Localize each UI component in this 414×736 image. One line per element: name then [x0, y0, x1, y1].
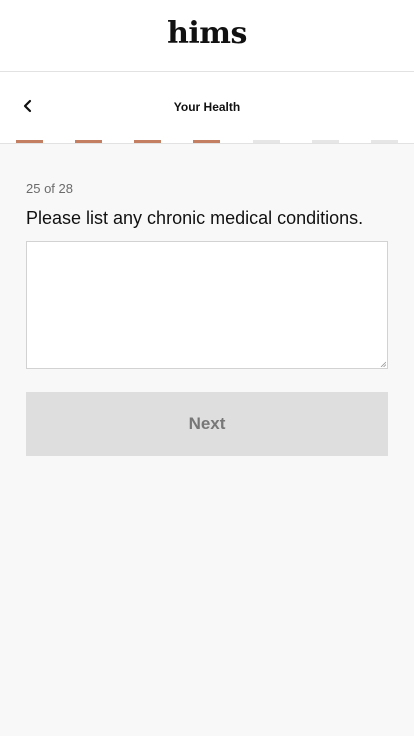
progress-segment	[371, 140, 398, 143]
conditions-textarea[interactable]	[26, 241, 388, 369]
resize-grip-icon[interactable]	[380, 361, 386, 367]
next-button[interactable]: Next	[26, 392, 388, 456]
progress-segment	[193, 140, 220, 143]
progress-segment	[134, 140, 161, 143]
section-title: Your Health	[173, 100, 241, 114]
top-bar: hims	[0, 0, 414, 72]
step-header: Your Health	[0, 72, 414, 144]
brand-logo[interactable]: hims	[167, 16, 247, 51]
progress-segment	[16, 140, 43, 143]
question-counter: 25 of 28	[26, 181, 73, 196]
question-text: Please list any chronic medical conditio…	[26, 208, 364, 228]
progress-bar	[0, 140, 414, 143]
progress-segment	[253, 140, 280, 143]
progress-segment	[312, 140, 339, 143]
progress-segment	[75, 140, 102, 143]
